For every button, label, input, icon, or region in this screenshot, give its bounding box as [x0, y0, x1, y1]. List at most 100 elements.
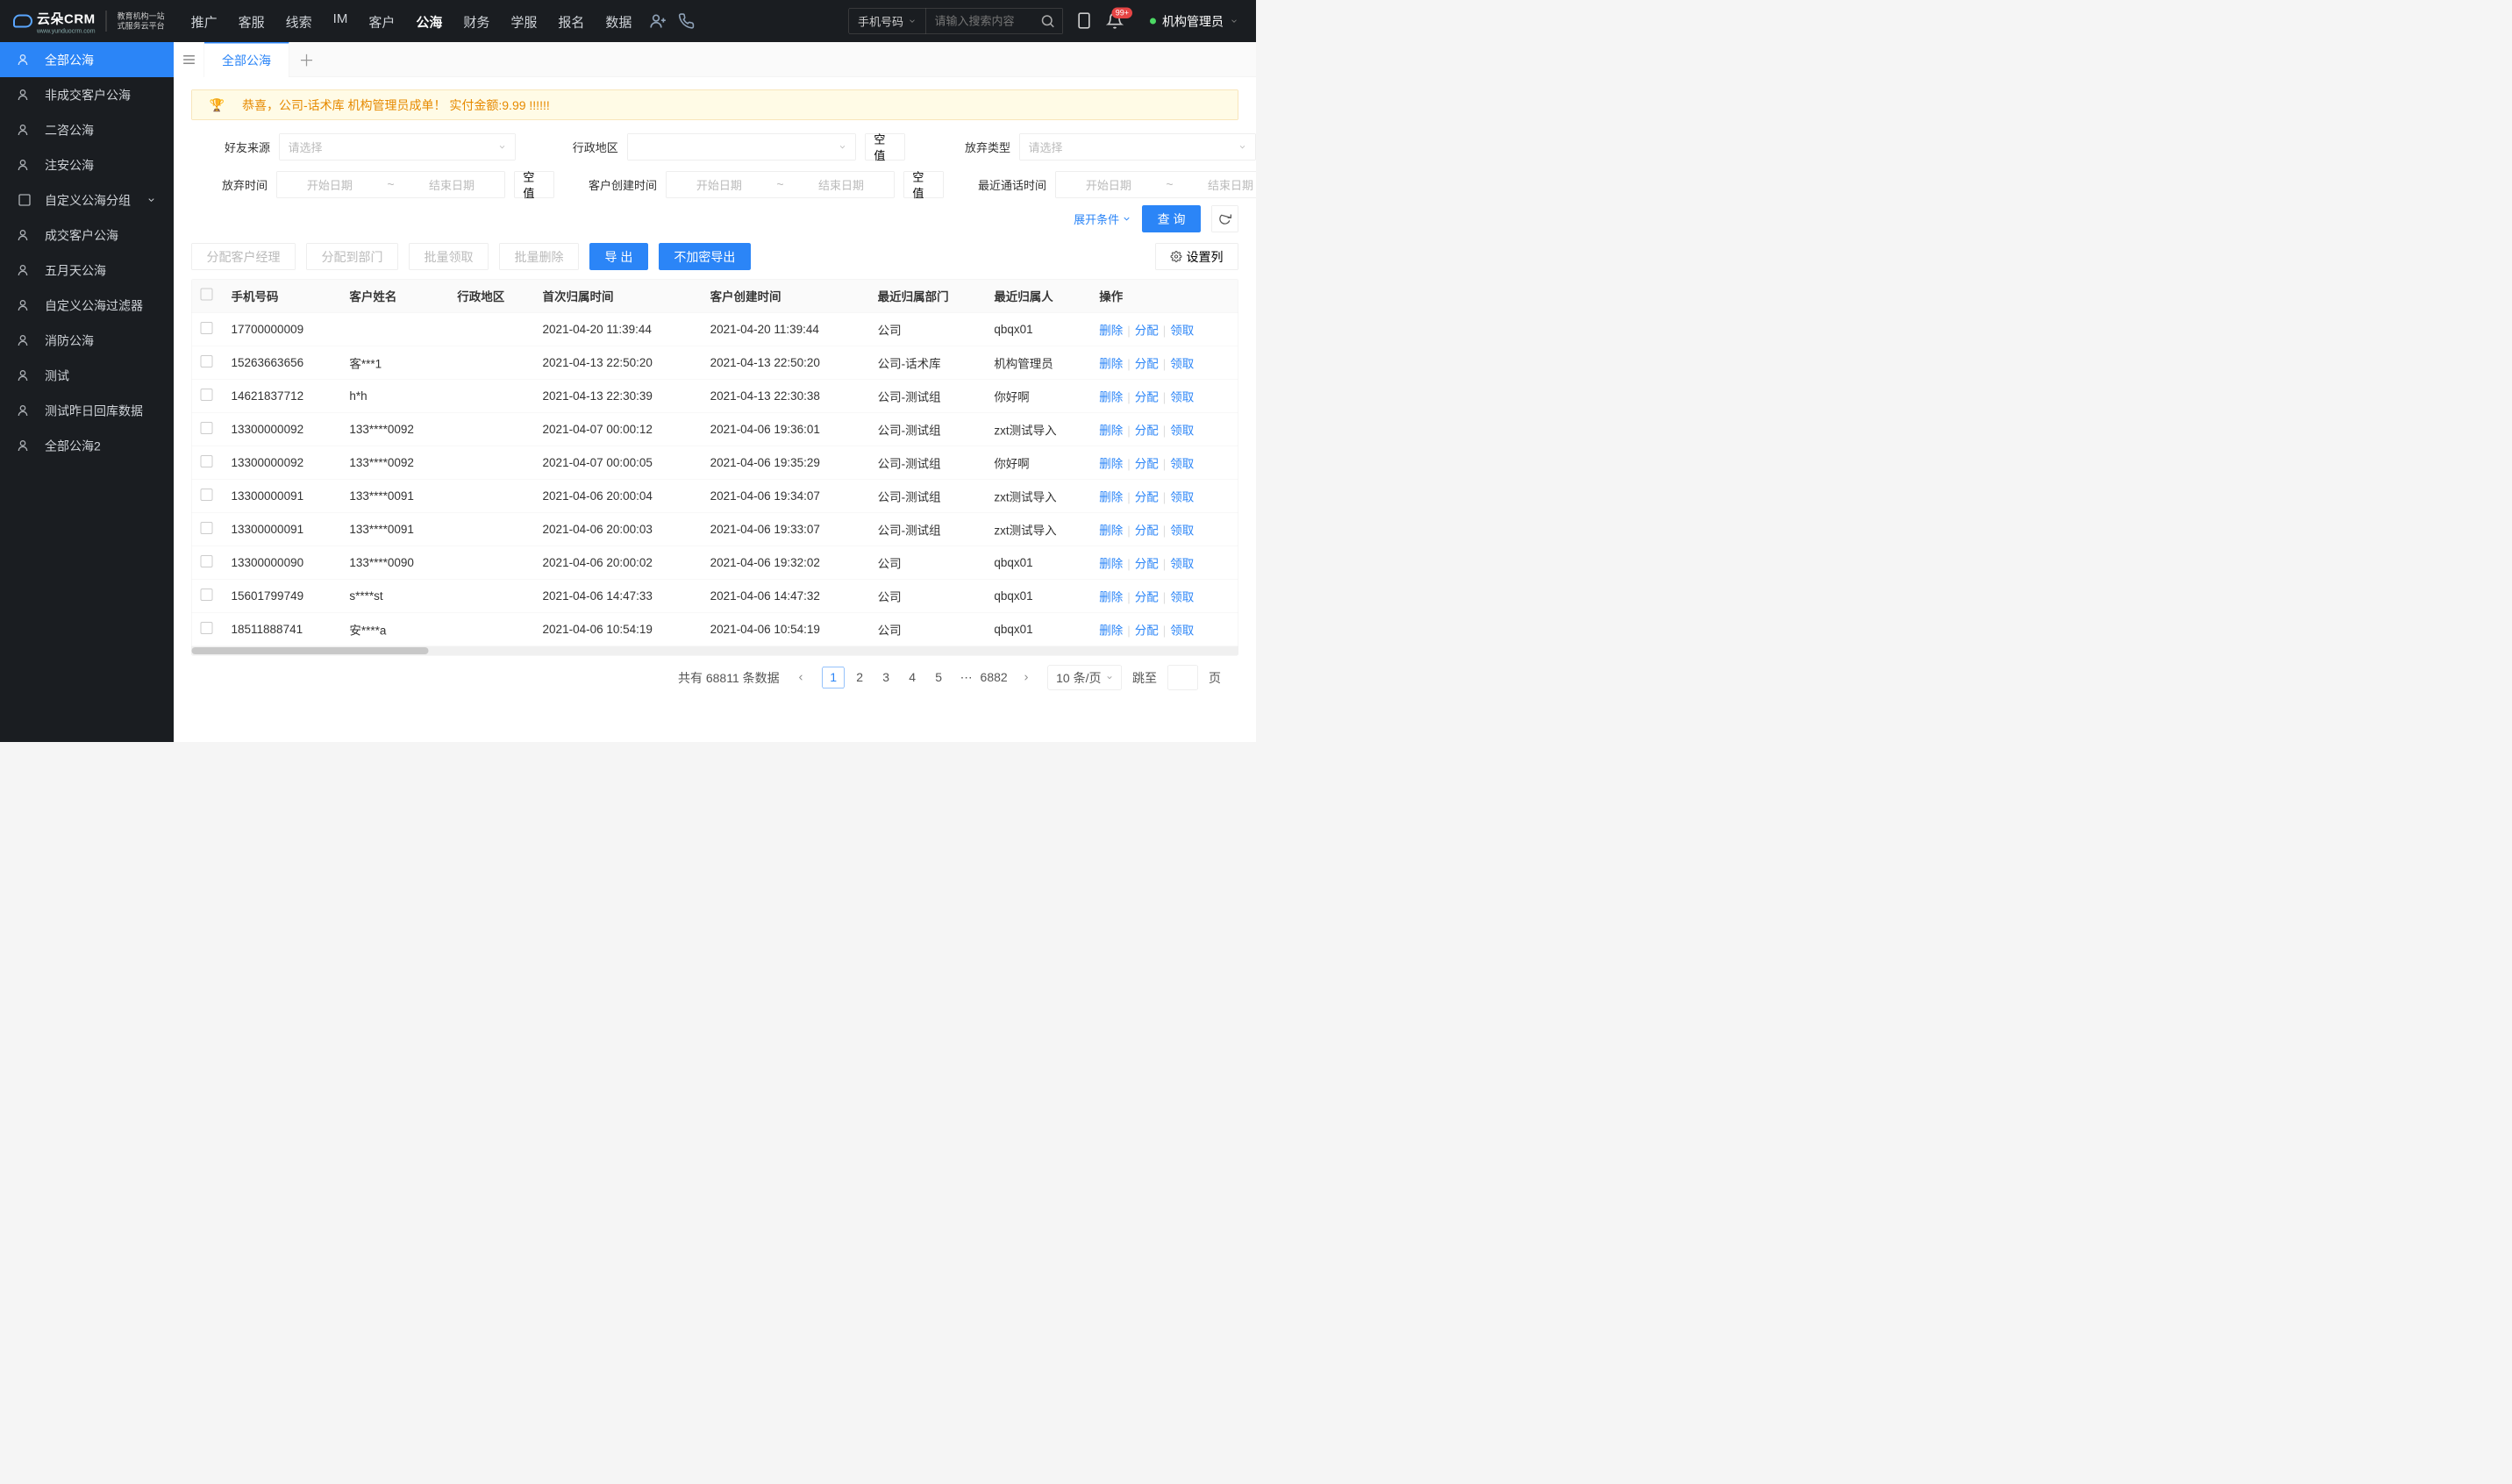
- op-assign[interactable]: 分配: [1135, 390, 1159, 403]
- op-delete[interactable]: 删除: [1099, 557, 1123, 570]
- refresh-button[interactable]: [1211, 205, 1238, 232]
- sidebar-item[interactable]: 非成交客户公海: [0, 77, 174, 112]
- row-checkbox[interactable]: [201, 622, 213, 634]
- page-number[interactable]: 2: [849, 667, 871, 688]
- filter-select[interactable]: 请选择: [1019, 133, 1256, 161]
- sidebar-item[interactable]: 自定义公海分组: [0, 182, 174, 218]
- row-checkbox[interactable]: [201, 522, 213, 534]
- op-delete[interactable]: 删除: [1099, 357, 1123, 370]
- op-claim[interactable]: 领取: [1170, 624, 1194, 637]
- sidebar-item[interactable]: 自定义公海过滤器: [0, 288, 174, 323]
- tab-add[interactable]: ＋: [289, 48, 325, 71]
- row-checkbox[interactable]: [201, 489, 213, 501]
- user-menu[interactable]: 机构管理员: [1150, 12, 1238, 30]
- filter-select[interactable]: 请选择: [279, 133, 516, 161]
- page-jump-input[interactable]: [1167, 665, 1198, 689]
- page-size-select[interactable]: 10 条/页: [1048, 665, 1122, 689]
- search-icon[interactable]: [1039, 13, 1055, 29]
- add-user-icon[interactable]: [649, 12, 667, 30]
- notification-icon[interactable]: 99+: [1106, 12, 1124, 31]
- column-header[interactable]: 客户姓名: [340, 280, 448, 313]
- op-claim[interactable]: 领取: [1170, 524, 1194, 537]
- filter-select[interactable]: [627, 133, 856, 161]
- null-value-button[interactable]: 空值: [903, 171, 944, 198]
- sidebar-item[interactable]: 成交客户公海: [0, 218, 174, 253]
- horizontal-scrollbar[interactable]: [192, 646, 1238, 655]
- op-delete[interactable]: 删除: [1099, 390, 1123, 403]
- op-claim[interactable]: 领取: [1170, 324, 1194, 337]
- phone-icon[interactable]: [677, 12, 695, 30]
- op-delete[interactable]: 删除: [1099, 624, 1123, 637]
- sidebar-item[interactable]: 全部公海: [0, 42, 174, 77]
- sidebar-item[interactable]: 测试昨日回库数据: [0, 393, 174, 428]
- sidebar-item[interactable]: 五月天公海: [0, 253, 174, 288]
- search-type-select[interactable]: 手机号码: [849, 9, 926, 34]
- op-assign[interactable]: 分配: [1135, 624, 1159, 637]
- date-range-input[interactable]: 开始日期~结束日期: [1055, 171, 1256, 198]
- select-all-checkbox[interactable]: [201, 289, 213, 301]
- op-delete[interactable]: 删除: [1099, 424, 1123, 437]
- page-number[interactable]: 5: [928, 667, 950, 688]
- nav-item[interactable]: 数据: [605, 11, 632, 31]
- nav-item[interactable]: 学服: [510, 11, 537, 31]
- page-next[interactable]: [1016, 667, 1038, 688]
- op-assign[interactable]: 分配: [1135, 324, 1159, 337]
- op-claim[interactable]: 领取: [1170, 357, 1194, 370]
- column-header[interactable]: 客户创建时间: [702, 280, 869, 313]
- bulk-action-button[interactable]: 分配到部门: [306, 243, 398, 270]
- bulk-action-button[interactable]: 分配客户经理: [191, 243, 296, 270]
- page-number[interactable]: 1: [823, 667, 845, 688]
- op-delete[interactable]: 删除: [1099, 524, 1123, 537]
- op-delete[interactable]: 删除: [1099, 490, 1123, 503]
- sidebar-item[interactable]: 二咨公海: [0, 112, 174, 147]
- op-delete[interactable]: 删除: [1099, 457, 1123, 470]
- op-assign[interactable]: 分配: [1135, 357, 1159, 370]
- bulk-action-button[interactable]: 批量删除: [499, 243, 579, 270]
- sidebar-item[interactable]: 消防公海: [0, 323, 174, 358]
- op-assign[interactable]: 分配: [1135, 490, 1159, 503]
- sidebar-item[interactable]: 测试: [0, 358, 174, 393]
- expand-filters-link[interactable]: 展开条件: [1074, 210, 1131, 227]
- op-delete[interactable]: 删除: [1099, 324, 1123, 337]
- column-header[interactable]: 操作: [1090, 280, 1238, 313]
- op-assign[interactable]: 分配: [1135, 590, 1159, 603]
- op-claim[interactable]: 领取: [1170, 490, 1194, 503]
- op-assign[interactable]: 分配: [1135, 524, 1159, 537]
- nav-item[interactable]: 客户: [368, 11, 395, 31]
- op-claim[interactable]: 领取: [1170, 590, 1194, 603]
- op-assign[interactable]: 分配: [1135, 557, 1159, 570]
- sidebar-item[interactable]: 注安公海: [0, 147, 174, 182]
- nav-item[interactable]: 推广: [191, 11, 218, 31]
- nav-item[interactable]: 公海: [416, 11, 442, 31]
- nav-item[interactable]: 报名: [558, 11, 584, 31]
- tab-all-sea[interactable]: 全部公海: [204, 42, 289, 77]
- column-header[interactable]: 最近归属部门: [869, 280, 986, 313]
- tab-list-toggle[interactable]: [174, 42, 204, 77]
- query-button[interactable]: 查 询: [1142, 205, 1201, 232]
- op-claim[interactable]: 领取: [1170, 557, 1194, 570]
- column-header[interactable]: 行政地区: [448, 280, 533, 313]
- logo[interactable]: 云朵CRM www.yunduocrm.com 教育机构一站 式服务云平台: [13, 8, 165, 34]
- device-icon[interactable]: [1075, 12, 1094, 31]
- row-checkbox[interactable]: [201, 555, 213, 567]
- column-header[interactable]: 首次归属时间: [534, 280, 702, 313]
- nav-item[interactable]: 客服: [239, 11, 265, 31]
- export-button[interactable]: 导 出: [589, 243, 648, 270]
- op-assign[interactable]: 分配: [1135, 424, 1159, 437]
- op-claim[interactable]: 领取: [1170, 457, 1194, 470]
- row-checkbox[interactable]: [201, 355, 213, 367]
- page-number[interactable]: 3: [875, 667, 897, 688]
- search-input[interactable]: [925, 14, 1039, 28]
- row-checkbox[interactable]: [201, 422, 213, 434]
- nav-item[interactable]: IM: [333, 11, 348, 31]
- op-claim[interactable]: 领取: [1170, 424, 1194, 437]
- null-value-button[interactable]: 空值: [865, 133, 905, 161]
- row-checkbox[interactable]: [201, 389, 213, 401]
- row-checkbox[interactable]: [201, 455, 213, 467]
- null-value-button[interactable]: 空值: [514, 171, 554, 198]
- nav-item[interactable]: 财务: [463, 11, 489, 31]
- column-header[interactable]: 手机号码: [223, 280, 341, 313]
- row-checkbox[interactable]: [201, 589, 213, 601]
- column-settings-button[interactable]: 设置列: [1155, 243, 1238, 270]
- op-delete[interactable]: 删除: [1099, 590, 1123, 603]
